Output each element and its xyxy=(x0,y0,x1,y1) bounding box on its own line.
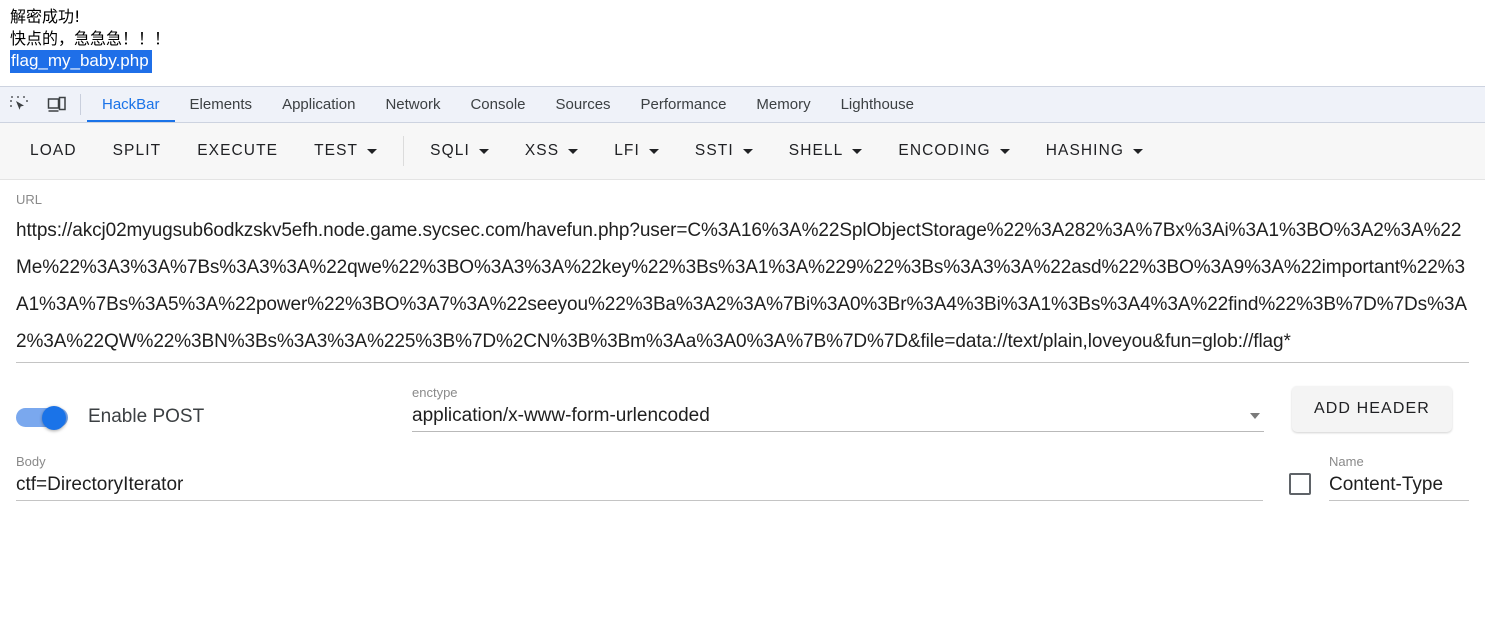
tab-memory[interactable]: Memory xyxy=(741,87,825,122)
enctype-field: enctype application/x-www-form-urlencode… xyxy=(412,385,1264,432)
header-name-input[interactable]: Content-Type xyxy=(1329,474,1469,501)
hashing-menu-label: HASHING xyxy=(1045,142,1125,159)
tab-console[interactable]: Console xyxy=(455,87,540,122)
chevron-down-icon xyxy=(1250,413,1260,419)
hackbar-divider xyxy=(403,136,405,166)
chevron-down-icon xyxy=(1133,148,1144,154)
header-name-field: Name Content-Type xyxy=(1329,454,1469,501)
encoding-menu-button[interactable]: ENCODING xyxy=(880,133,1027,169)
chevron-down-icon xyxy=(568,148,579,154)
toolbar-divider xyxy=(80,94,81,115)
test-menu-button[interactable]: TEST xyxy=(296,133,395,169)
url-input[interactable]: https://akcj02myugsub6odkzskv5efh.node.g… xyxy=(16,212,1469,363)
tab-network[interactable]: Network xyxy=(370,87,455,122)
chevron-down-icon xyxy=(999,148,1010,154)
ssti-menu-button[interactable]: SSTI xyxy=(677,133,771,169)
url-field-label: URL xyxy=(16,192,43,207)
url-field-block: URL https://akcj02myugsub6odkzskv5efh.no… xyxy=(0,180,1485,363)
test-menu-label: TEST xyxy=(314,142,359,159)
lfi-menu-button[interactable]: LFI xyxy=(596,133,677,169)
lfi-menu-label: LFI xyxy=(614,142,640,159)
hashing-menu-button[interactable]: HASHING xyxy=(1028,133,1161,169)
toggle-knob xyxy=(42,406,66,430)
enctype-label: enctype xyxy=(412,385,458,400)
shell-menu-label: SHELL xyxy=(788,142,844,159)
inspect-element-icon[interactable] xyxy=(0,87,38,122)
encoding-menu-label: ENCODING xyxy=(898,142,991,159)
ssti-menu-label: SSTI xyxy=(694,142,734,159)
tab-performance[interactable]: Performance xyxy=(626,87,742,122)
header-name-label: Name xyxy=(1329,454,1364,469)
add-header-button[interactable]: ADD HEADER xyxy=(1292,386,1452,432)
split-button[interactable]: SPLIT xyxy=(95,133,180,169)
body-field: Body ctf=DirectoryIterator xyxy=(16,454,1263,501)
shell-menu-button[interactable]: SHELL xyxy=(771,133,881,169)
device-toolbar-icon[interactable] xyxy=(38,87,76,122)
execute-button-label: EXECUTE xyxy=(197,142,279,159)
enable-post-label: Enable POST xyxy=(88,406,205,427)
enable-post-toggle-group[interactable]: Enable POST xyxy=(16,406,412,432)
chevron-down-icon xyxy=(367,148,378,154)
sqli-menu-label: SQLI xyxy=(430,142,470,159)
chevron-down-icon xyxy=(648,148,659,154)
tab-hackbar[interactable]: HackBar xyxy=(87,87,175,122)
load-button[interactable]: LOAD xyxy=(12,133,95,169)
enable-post-toggle[interactable] xyxy=(16,406,74,430)
post-body-row: Body ctf=DirectoryIterator Name Content-… xyxy=(0,432,1485,501)
xss-menu-label: XSS xyxy=(524,142,560,159)
devtools-tab-strip: HackBar Elements Application Network Con… xyxy=(0,86,1485,123)
body-label: Body xyxy=(16,454,46,469)
load-button-label: LOAD xyxy=(30,142,77,159)
header-enabled-checkbox[interactable] xyxy=(1289,473,1311,495)
tab-lighthouse[interactable]: Lighthouse xyxy=(826,87,929,122)
tab-elements[interactable]: Elements xyxy=(175,87,268,122)
page-output-line-2: 快点的，急急急！！！ xyxy=(10,29,171,48)
chevron-down-icon xyxy=(478,148,489,154)
enctype-select[interactable]: application/x-www-form-urlencoded xyxy=(412,405,1264,432)
page-output-area: 解密成功! 快点的，急急急！！！ flag_my_baby.php xyxy=(0,0,1485,86)
hackbar-toolbar: LOAD SPLIT EXECUTE TEST SQLI XSS LFI SST… xyxy=(0,123,1485,180)
chevron-down-icon xyxy=(852,148,863,154)
tab-sources[interactable]: Sources xyxy=(541,87,626,122)
split-button-label: SPLIT xyxy=(112,142,162,159)
selected-flag-filename[interactable]: flag_my_baby.php xyxy=(10,50,152,73)
header-row: Name Content-Type xyxy=(1289,454,1469,501)
page-output-line-1: 解密成功! xyxy=(10,7,81,26)
post-options-row: Enable POST enctype application/x-www-fo… xyxy=(0,363,1485,432)
enctype-selected-value: application/x-www-form-urlencoded xyxy=(412,405,710,426)
tab-application[interactable]: Application xyxy=(267,87,370,122)
body-input[interactable]: ctf=DirectoryIterator xyxy=(16,474,1263,501)
execute-button[interactable]: EXECUTE xyxy=(179,133,296,169)
xss-menu-button[interactable]: XSS xyxy=(507,133,596,169)
chevron-down-icon xyxy=(742,148,753,154)
sqli-menu-button[interactable]: SQLI xyxy=(412,133,507,169)
